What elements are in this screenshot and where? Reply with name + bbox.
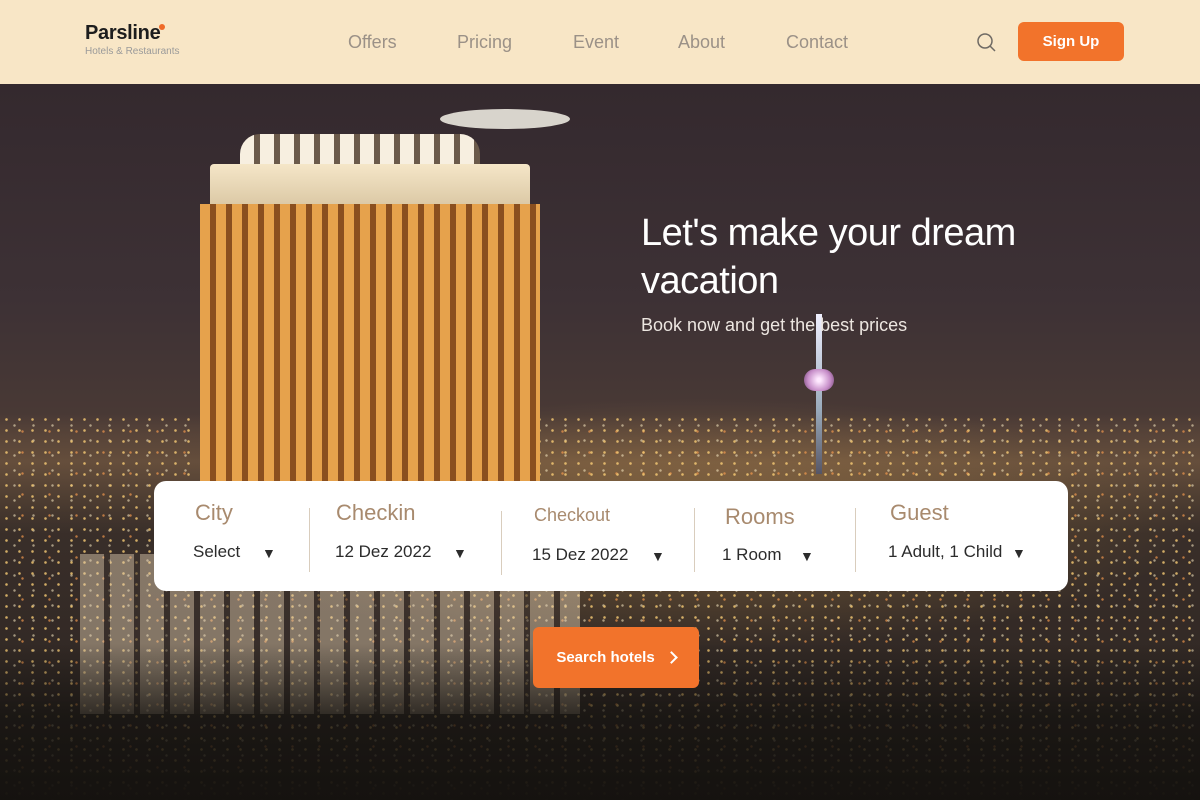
checkout-label: Checkout xyxy=(534,505,611,525)
booking-panel: City Select ▼ Checkin 12 Dez 2022 ▼ Chec… xyxy=(154,481,1068,591)
guest-label: Guest xyxy=(890,500,949,525)
checkout-value: 15 Dez 2022 xyxy=(532,545,629,564)
tv-tower-pod xyxy=(804,369,834,391)
checkin-label: Checkin xyxy=(336,500,416,525)
nav-contact[interactable]: Contact xyxy=(786,32,848,53)
caret-down-icon: ▼ xyxy=(453,545,467,561)
checkout-select[interactable]: Checkout 15 Dez 2022 ▼ xyxy=(502,481,694,591)
city-value: Select xyxy=(193,542,241,561)
hero-subline: Book now and get the best prices xyxy=(641,315,908,335)
search-hotels-button[interactable]: Search hotels xyxy=(533,627,699,688)
tower-top xyxy=(210,164,530,209)
guest-select[interactable]: Guest 1 Adult, 1 Child ▼ xyxy=(856,481,1068,591)
hero-section: Let's make your dream vacation Book now … xyxy=(0,84,1200,800)
city-label: City xyxy=(195,500,233,525)
checkin-value: 12 Dez 2022 xyxy=(335,542,432,561)
rooms-select[interactable]: Rooms 1 Room ▼ xyxy=(695,481,855,591)
hero-headline: Let's make your dream vacation xyxy=(641,212,1016,302)
nav-offers[interactable]: Offers xyxy=(348,32,397,53)
nav-pricing[interactable]: Pricing xyxy=(457,32,512,53)
helipad xyxy=(440,109,570,129)
rooms-label: Rooms xyxy=(725,504,795,529)
search-hotels-label: Search hotels xyxy=(556,649,655,666)
guest-value: 1 Adult, 1 Child xyxy=(888,542,1003,561)
tv-tower xyxy=(816,314,822,474)
brand-name: Parsline xyxy=(85,22,166,45)
caret-down-icon: ▼ xyxy=(800,548,814,564)
caret-down-icon: ▼ xyxy=(1012,545,1026,561)
checkin-select[interactable]: Checkin 12 Dez 2022 ▼ xyxy=(310,481,500,591)
nav-about[interactable]: About xyxy=(678,32,725,53)
brand-dot-icon xyxy=(159,24,166,30)
brand-logo[interactable]: Parsline Hotels & Restaurants xyxy=(85,22,180,57)
caret-down-icon: ▼ xyxy=(262,545,276,561)
caret-down-icon: ▼ xyxy=(651,548,665,564)
chevron-right-icon xyxy=(664,651,678,664)
search-icon[interactable] xyxy=(976,32,996,52)
sign-up-button[interactable]: Sign Up xyxy=(1018,22,1124,61)
rooms-value: 1 Room xyxy=(722,545,782,564)
nav-event[interactable]: Event xyxy=(573,32,619,53)
city-select[interactable]: City Select ▼ xyxy=(154,481,309,591)
brand-subtitle: Hotels & Restaurants xyxy=(85,46,180,57)
site-header: Parsline Hotels & Restaurants Offers Pri… xyxy=(0,0,1200,84)
